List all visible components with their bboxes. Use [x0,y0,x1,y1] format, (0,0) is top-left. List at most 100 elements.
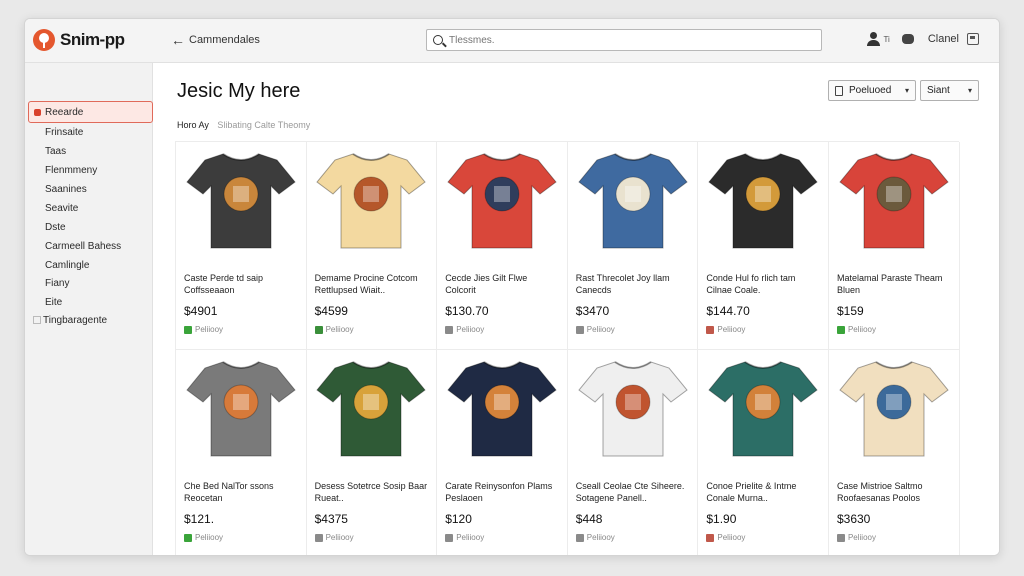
folder-icon [33,316,41,325]
product-card[interactable]: Rast Threcolet Joy llam Canecds $3470 Peli… [567,142,699,350]
sidebar-item[interactable]: Reearde [28,101,153,123]
shipping-label: Peliiooy [195,325,224,334]
product-name[interactable]: Demame Procine Cotcom Rettlupsed Wiait.. [315,272,429,296]
tshirt-image[interactable] [577,148,689,252]
page-title: Jesic My here [177,80,301,102]
toolbar-controls: Poeluoed ▾ Siant ▾ [828,80,979,101]
shipping-icon [314,325,323,334]
filter-row: Horo Ay Slibating Calte Theomy [177,120,310,130]
product-name[interactable]: Cseall Ceolae Cte Siheere. Sotagene Pane… [576,480,690,504]
sidebar-item[interactable]: Tingbaragente [33,315,107,326]
sidebar-item[interactable]: Seavite [45,203,78,214]
product-card[interactable]: Caste Perde td saip Coffsseaaon $4901 Peli… [176,142,307,350]
sidebar-item-label: Carmeell Bahess [45,241,122,252]
search-input[interactable] [449,34,809,46]
tshirt-image[interactable] [185,148,297,252]
user-icon[interactable] [867,32,881,46]
sidebar-item[interactable]: Carmeell Bahess [45,241,121,252]
product-name[interactable]: Desess Sotetrce Sosip Baar Rueat.. [315,480,429,504]
sort-select-value: Poeluoed [849,85,892,96]
product-card[interactable]: Che Bed NalTor ssons Reocetan $121. Peliio… [176,350,307,555]
tshirt-image[interactable] [577,356,689,460]
product-card[interactable]: Demame Procine Cotcom Rettlupsed Wiait..… [306,142,438,350]
shipping-label: Peliiooy [195,533,224,542]
cloud-link[interactable]: Clanel [928,33,959,45]
tshirt-image[interactable] [446,148,558,252]
shipping-label: Peliiooy [456,533,485,542]
sidebar-item[interactable]: Flenmmeny [45,165,97,176]
shipping-icon [706,533,715,542]
product-name[interactable]: Rast Threcolet Joy llam Canecds [576,272,690,296]
chat-icon[interactable] [901,34,914,44]
product-grid: Caste Perde td saip Coffsseaaon $4901 Peli… [175,141,960,555]
tshirt-image[interactable] [707,356,819,460]
tshirt-image[interactable] [446,356,558,460]
tshirt-image[interactable] [185,356,297,460]
product-name[interactable]: Cecde Jies Gilt Flwe Colcorit [445,272,559,296]
sidebar-item-label: Seavite [45,203,79,214]
sidebar-item[interactable]: Frinsaite [45,127,83,138]
product-name[interactable]: Matelamal Paraste Theam Bluen [837,272,951,296]
product-card[interactable]: Cseall Ceolae Cte Siheere. Sotagene Pane… [568,350,699,555]
filter-label[interactable]: Horo Ay [177,120,209,130]
product-card[interactable]: Matelamal Paraste Theam Bluen $159 Peliioo… [828,142,960,350]
product-price: $3470 [575,304,610,318]
product-card[interactable]: Cecde Jies Gilt Flwe Colcorit $130.70 Peli… [437,142,568,350]
sort-select[interactable]: Poeluoed ▾ [828,80,916,101]
product-card[interactable]: Conde Hul fo rlich tam Cilnae Coale. $144… [698,142,829,350]
shipping-info: Peliiooy [445,533,559,542]
sidebar-item-label: Dste [45,222,66,233]
shipping-info: Peliiooy [575,533,690,542]
search-bar[interactable] [426,29,822,51]
product-name[interactable]: Case Mistrioe Saltmo Roofaesanas Poolos [837,480,951,504]
tshirt-image[interactable] [315,148,427,252]
shipping-icon [575,325,584,334]
shipping-info: Peliiooy [184,325,298,334]
shipping-label: Peliiooy [717,533,746,542]
sidebar-item[interactable]: Saanines [45,184,87,195]
sidebar-item-label: Taas [45,146,67,157]
tshirt-image[interactable] [838,148,950,252]
sidebar-item[interactable]: Taas [45,146,66,157]
back-label: Cammendales [189,34,260,46]
product-name[interactable]: Conde Hul fo rlich tam Cilnae Coale. [706,272,820,296]
sidebar-item[interactable]: Camlingle [45,260,89,271]
sidebar-item[interactable]: Dste [45,222,66,233]
product-card[interactable]: Carate Reinysonfon Plams Peslaoen $120 Pel… [437,350,568,555]
sidebar-item-label: Tingbaragente [43,315,108,326]
document-icon [835,85,843,96]
product-price: $120 [445,512,472,526]
app-logo[interactable]: Snim-pp [33,29,125,51]
product-name[interactable]: Conoe Prielite & Intme Conale Murna.. [706,480,820,504]
product-price: $121. [184,512,215,526]
sidebar-item-label: Reearde [45,106,84,118]
product-name[interactable]: Carate Reinysonfon Plams Peslaoen [445,480,559,504]
product-name[interactable]: Caste Perde td saip Coffsseaaon [184,272,298,296]
chevron-down-icon: ▾ [904,86,909,95]
shipping-label: Peliiooy [325,325,354,334]
product-price: $3630 [836,512,871,526]
filter-hint: Slibating Calte Theomy [217,120,311,130]
shipping-info: Peliiooy [314,325,429,334]
shipping-label: Peliiooy [586,325,615,334]
tshirt-image[interactable] [707,148,819,252]
active-indicator-icon [34,108,41,116]
product-card[interactable]: Desess Sotetrce Sosip Baar Rueat.. $4375 P… [307,350,438,555]
product-price: $144.70 [706,304,750,318]
chevron-down-icon: ▾ [967,86,972,95]
start-select[interactable]: Siant ▾ [920,80,979,101]
back-link[interactable]: ← Cammendales [171,33,260,47]
sidebar-item[interactable]: Fiany [45,278,69,289]
product-card[interactable]: Case Mistrioe Saltmo Roofaesanas Poolos $… [829,350,960,555]
product-card[interactable]: Conoe Prielite & Intme Conale Murna.. $1.… [698,350,829,555]
logo-icon [33,29,55,51]
sidebar-item-label: Fiany [45,278,70,289]
sidebar-item[interactable]: Eite [45,297,62,308]
shipping-info: Peliiooy [184,533,298,542]
shipping-info: Peliiooy [836,533,951,542]
tshirt-image[interactable] [838,356,950,460]
product-name[interactable]: Che Bed NalTor ssons Reocetan [184,480,298,504]
calendar-icon[interactable] [967,33,979,45]
start-select-value: Siant [927,85,950,96]
tshirt-image[interactable] [315,356,427,460]
